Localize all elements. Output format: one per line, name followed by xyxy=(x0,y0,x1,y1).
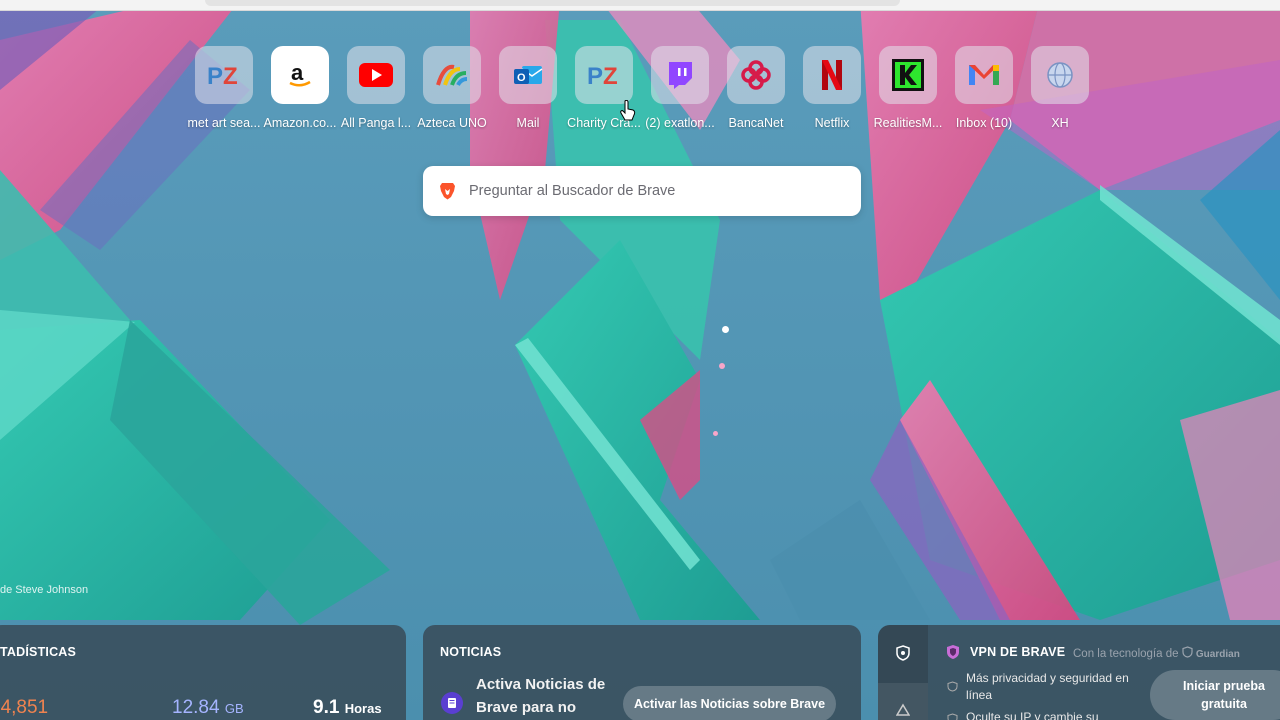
top-site-tile[interactable]: Netflix xyxy=(794,46,870,136)
loading-dot xyxy=(719,363,725,369)
top-site-tile[interactable]: PZ Charity Cra... xyxy=(566,46,642,136)
stat-value: 9.1 xyxy=(313,697,340,718)
stat-value: 54,851 xyxy=(0,697,49,718)
top-site-label: XH xyxy=(1051,116,1069,130)
top-site-tile[interactable]: a Amazon.co... xyxy=(262,46,338,136)
top-site-tile[interactable]: XH xyxy=(1022,46,1098,136)
check-shield-icon xyxy=(947,713,958,720)
loading-dot xyxy=(722,326,729,333)
start-trial-label: Iniciar prueba gratuita xyxy=(1183,679,1265,711)
vpn-widget: VPN DE BRAVE Con la tecnología de Guardi… xyxy=(878,625,1280,720)
svg-text:P: P xyxy=(587,63,603,88)
top-site-tile[interactable]: RealitiesM... xyxy=(870,46,946,136)
top-site-tile[interactable]: BancaNet xyxy=(718,46,794,136)
stat-unit: GB xyxy=(224,701,244,716)
loading-dot xyxy=(713,431,718,436)
stat-unit: Horas xyxy=(344,701,382,716)
tab-strip-edge xyxy=(205,0,900,6)
twitch-icon xyxy=(651,46,709,104)
news-prompt-text: Activa Noticias de Brave para no xyxy=(476,676,606,716)
stats-widget: TADÍSTICAS 54,851 12.84 GB 9.1 Horas xyxy=(0,625,406,720)
trackers-blocked-count: 54,851 xyxy=(0,697,48,719)
top-site-label: (2) exatlon... xyxy=(645,116,715,130)
gmail-icon xyxy=(955,46,1013,104)
netflix-icon xyxy=(803,46,861,104)
svg-text:P: P xyxy=(207,63,223,88)
background-credit: de Steve Johnson xyxy=(0,584,89,596)
widget-sidebar xyxy=(878,625,928,720)
top-site-tile[interactable]: PZ met art sea... xyxy=(186,46,262,136)
powered-by-text: Con la tecnología de xyxy=(1073,648,1179,660)
youtube-icon xyxy=(347,46,405,104)
check-shield-icon xyxy=(947,681,958,692)
top-site-tile[interactable]: Azteca UNO xyxy=(414,46,490,136)
search-box[interactable] xyxy=(423,166,861,216)
guardian-icon xyxy=(1182,646,1193,658)
pz-icon: PZ xyxy=(575,46,633,104)
top-site-label: Amazon.co... xyxy=(263,116,337,130)
top-site-label: Inbox (10) xyxy=(955,116,1013,130)
amazon-icon: a xyxy=(271,46,329,104)
start-trial-button[interactable]: Iniciar prueba gratuita xyxy=(1150,670,1280,720)
search-input[interactable] xyxy=(469,178,839,204)
citi-flower-icon xyxy=(727,46,785,104)
news-title: NOTICIAS xyxy=(440,645,502,659)
globe-icon xyxy=(1031,46,1089,104)
top-site-tile[interactable]: O Mail xyxy=(490,46,566,136)
top-site-tile[interactable]: (2) exatlon... xyxy=(642,46,718,136)
top-site-label: All Panga l... xyxy=(340,116,412,130)
browser-top-strip xyxy=(0,0,1280,11)
svg-text:Z: Z xyxy=(223,63,238,88)
top-site-label: RealitiesM... xyxy=(873,116,943,130)
top-site-label: Azteca UNO xyxy=(417,116,487,130)
triangle-icon xyxy=(896,703,910,716)
stats-title: TADÍSTICAS xyxy=(0,645,77,659)
top-site-tile[interactable]: All Panga l... xyxy=(338,46,414,136)
vpn-feature-1: Más privacidad y seguridad en línea xyxy=(966,671,1129,702)
top-site-tile[interactable]: Inbox (10) xyxy=(946,46,1022,136)
bandwidth-saved: 12.84 GB xyxy=(172,697,244,719)
svg-text:a: a xyxy=(291,60,304,85)
hand-cursor-icon xyxy=(620,100,636,121)
vpn-title: VPN DE BRAVE xyxy=(970,645,1066,659)
shield-icon[interactable] xyxy=(896,645,910,661)
news-icon xyxy=(441,692,463,714)
brave-lion-icon xyxy=(440,183,455,200)
top-site-label: Netflix xyxy=(814,116,850,130)
azteca-icon xyxy=(423,46,481,104)
time-saved: 9.1 Horas xyxy=(313,697,382,719)
stat-value: 12.84 xyxy=(172,697,220,718)
vpn-shield-icon xyxy=(947,645,959,659)
guardian-logo-text: Guardian xyxy=(1195,649,1240,660)
top-sites-grid: PZ met art sea... a Amazon.co... All Pan… xyxy=(186,46,1096,136)
pz-icon: PZ xyxy=(195,46,253,104)
k-icon xyxy=(879,46,937,104)
enable-news-button[interactable]: Activar las Noticias sobre Brave xyxy=(623,686,836,720)
top-site-label: met art sea... xyxy=(187,116,261,130)
top-site-label: BancaNet xyxy=(728,116,784,130)
news-widget: NOTICIAS Activa Noticias de Brave para n… xyxy=(423,625,861,720)
svg-text:Z: Z xyxy=(603,63,618,88)
vpn-powered-by: Con la tecnología de Guardian xyxy=(1073,646,1240,660)
top-site-label: Mail xyxy=(516,116,540,130)
outlook-icon: O xyxy=(499,46,557,104)
vpn-feature-2: Oculte su IP y cambie su xyxy=(966,710,1099,720)
svg-text:O: O xyxy=(517,72,526,84)
